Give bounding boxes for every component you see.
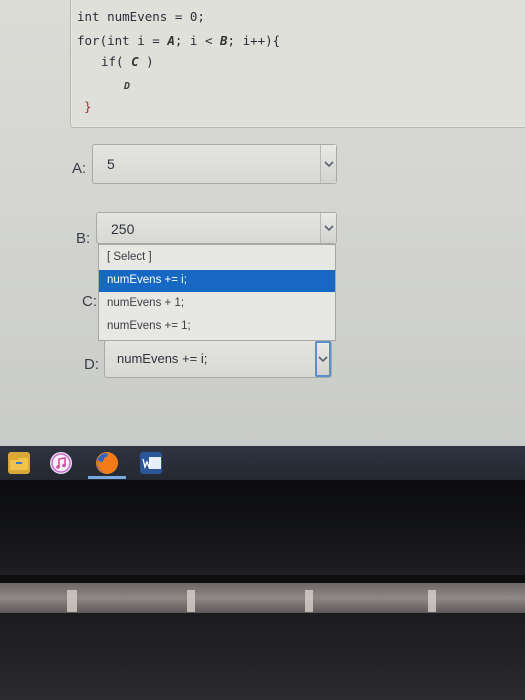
code-line-3: if( C ) xyxy=(101,54,154,69)
code-line-1: int numEvens = 0; xyxy=(77,9,205,24)
code-block: int numEvens = 0; for(int i = A; i < B; … xyxy=(70,0,525,128)
itunes-icon[interactable] xyxy=(50,452,72,474)
monitor-bezel xyxy=(0,480,525,575)
placeholder-d: D xyxy=(124,81,131,92)
code-line-2: for(int i = A; i < B; i++){ xyxy=(77,33,281,48)
desk-surface xyxy=(0,613,525,700)
file-explorer-icon[interactable] xyxy=(8,452,30,474)
quiz-screen: int numEvens = 0; for(int i = A; i < B; … xyxy=(0,0,525,446)
answer-b-select[interactable]: 250 xyxy=(96,212,337,244)
desk-edge xyxy=(0,583,525,613)
chevron-down-icon[interactable] xyxy=(320,213,336,243)
answer-d-select[interactable]: numEvens += i; xyxy=(104,340,332,378)
closing-brace: } xyxy=(84,99,92,114)
firefox-icon[interactable] xyxy=(96,452,118,474)
chevron-down-icon[interactable] xyxy=(320,145,336,183)
question-a-label: A: xyxy=(72,160,87,177)
answer-d-value: numEvens += i; xyxy=(117,351,208,366)
dropdown-option[interactable]: numEvens += 1; xyxy=(99,316,335,338)
active-app-indicator xyxy=(88,476,126,479)
chevron-down-icon[interactable] xyxy=(315,341,331,377)
answer-b-dropdown-list: [ Select ] numEvens += i; numEvens + 1; … xyxy=(98,244,336,341)
word-icon[interactable] xyxy=(140,452,162,474)
placeholder-a: A xyxy=(167,33,175,48)
question-b-label: B: xyxy=(76,230,91,247)
answer-b-value: 250 xyxy=(111,221,135,237)
desk-edge xyxy=(67,590,77,612)
taskbar xyxy=(0,446,525,480)
desk-edge xyxy=(305,590,313,612)
dropdown-option[interactable]: numEvens + 1; xyxy=(99,293,335,315)
dropdown-option-highlighted[interactable]: numEvens += i; xyxy=(99,270,335,292)
desk-edge xyxy=(428,590,436,612)
answer-a-value: 5 xyxy=(107,156,115,172)
question-c-label: C: xyxy=(82,293,97,310)
placeholder-b: B xyxy=(220,33,228,48)
answer-a-select[interactable]: 5 xyxy=(92,144,337,184)
desk-edge xyxy=(187,590,195,612)
dropdown-option-select[interactable]: [ Select ] xyxy=(99,247,335,269)
question-d-label: D: xyxy=(84,356,99,373)
placeholder-c: C xyxy=(131,54,139,69)
